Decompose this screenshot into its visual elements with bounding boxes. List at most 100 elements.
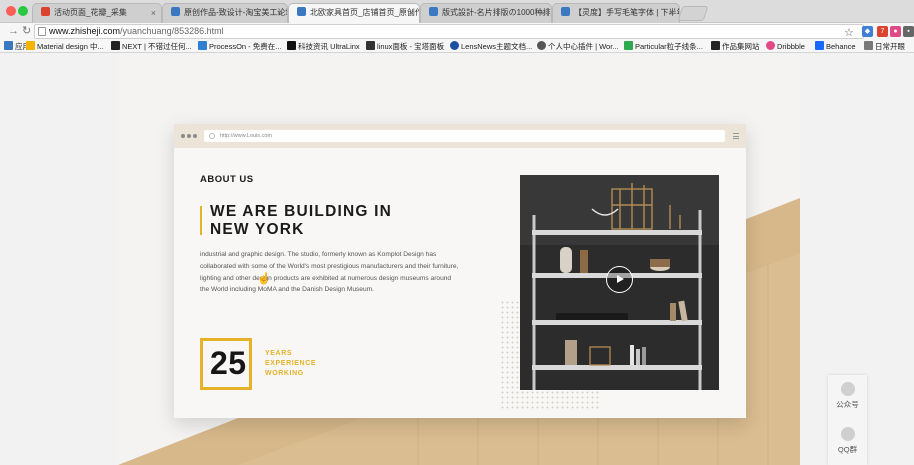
portfolio-icon bbox=[711, 41, 720, 50]
years-label: YEARS EXPERIENCE WORKING bbox=[265, 349, 316, 379]
mockup-url-text: http://www.Louis.com bbox=[220, 133, 272, 139]
huaban-icon bbox=[41, 7, 50, 16]
bookmark-label: 作品集网站 bbox=[722, 42, 760, 51]
close-tab-icon[interactable]: × bbox=[277, 4, 282, 22]
sidebar-item-label: QQ群 bbox=[837, 445, 858, 454]
floating-share-panel: 公众号 QQ群 bbox=[828, 375, 867, 465]
apps-icon bbox=[4, 41, 13, 50]
processon-icon bbox=[198, 41, 207, 50]
bookmarks-bar: 应用 Material design 中... NEXT | 不错过任何... … bbox=[0, 40, 914, 53]
sidebar-item-qq[interactable]: QQ群 bbox=[828, 427, 867, 455]
bookmark-star-icon[interactable]: ☆ bbox=[844, 26, 854, 39]
bookmark-item[interactable]: NEXT | 不错过任何... bbox=[111, 41, 192, 52]
behance-icon bbox=[815, 41, 824, 50]
close-window-icon[interactable] bbox=[6, 6, 16, 16]
years-number: 25 bbox=[210, 343, 249, 383]
bt-icon bbox=[366, 41, 375, 50]
tab-0[interactable]: 活动页面_花瓣_采集 × bbox=[32, 3, 162, 23]
bookmark-label: Dribbble bbox=[777, 42, 805, 51]
bookmark-label: 个人中心插件 | Wor... bbox=[548, 42, 619, 51]
mockup-dot bbox=[187, 134, 191, 138]
tab-3[interactable]: 版式設計-名片排版の1000种排版 × bbox=[420, 3, 552, 23]
ultralinx-icon bbox=[287, 41, 296, 50]
tab-title: 活动页面_花瓣_采集 bbox=[54, 8, 127, 17]
headline-line-2: NEW YORK bbox=[210, 221, 305, 238]
page-icon bbox=[38, 27, 46, 36]
bookmark-label: 科技资讯 UltraLinx bbox=[298, 42, 360, 51]
headline-accent-bar bbox=[200, 206, 202, 235]
bookmark-label: Material design 中... bbox=[37, 42, 104, 51]
close-tab-icon[interactable]: × bbox=[669, 4, 674, 22]
body-paragraph: industrial and graphic design. The studi… bbox=[200, 251, 459, 294]
mockup-dot bbox=[193, 134, 197, 138]
bookmark-label: linux面板 - 宝塔面板 bbox=[377, 42, 445, 51]
forward-icon[interactable]: → bbox=[8, 25, 19, 37]
years-label-line: WORKING bbox=[265, 370, 304, 377]
about-label: ABOUT US bbox=[200, 174, 254, 185]
extension-icon[interactable]: ◆ bbox=[862, 26, 873, 37]
dribbble-icon bbox=[766, 41, 775, 50]
folder-icon bbox=[864, 41, 873, 50]
years-label-line: YEARS bbox=[265, 350, 293, 357]
bookmark-item[interactable]: linux面板 - 宝塔面板 bbox=[366, 41, 444, 52]
bookmark-item[interactable]: Particular粒子线条... bbox=[624, 41, 703, 52]
qq-icon bbox=[840, 427, 855, 441]
mockup-url-field: http://www.Louis.com bbox=[204, 130, 725, 142]
headline-line-1: WE ARE BUILDING IN bbox=[210, 203, 393, 220]
tab-title: 版式設計-名片排版の1000种排版 bbox=[442, 8, 552, 17]
hand-cursor-icon: ☝ bbox=[257, 273, 271, 285]
sidebar-item-wechat[interactable]: 公众号 bbox=[828, 382, 867, 410]
years-label-line: EXPERIENCE bbox=[265, 360, 317, 367]
bookmark-item[interactable]: 作品集网站 bbox=[711, 41, 760, 52]
mockup-dot bbox=[181, 134, 185, 138]
bookmark-item[interactable]: Behance bbox=[815, 41, 856, 52]
bookmark-label: 日常开眼 bbox=[875, 42, 905, 51]
particular-icon bbox=[624, 41, 633, 50]
new-tab-button[interactable] bbox=[677, 6, 709, 21]
material-icon bbox=[26, 41, 35, 50]
next-icon bbox=[111, 41, 120, 50]
url-input[interactable]: www.zhisheji.com/yuanchuang/853286.html bbox=[34, 24, 864, 39]
tab-title: 原创作品-致设计-淘宝美工论坛 bbox=[184, 8, 288, 17]
bookmark-label: ProcessOn - 免费在... bbox=[209, 42, 282, 51]
bookmark-item[interactable]: 科技资讯 UltraLinx bbox=[287, 41, 360, 52]
sidebar-item-label: 公众号 bbox=[836, 400, 859, 409]
extension-icon[interactable]: ▪ bbox=[903, 26, 914, 37]
tab-2[interactable]: 北欧家具首页_店铺首页_原创作品 × bbox=[288, 3, 420, 23]
play-video-button[interactable] bbox=[606, 266, 633, 293]
bookmark-item[interactable]: Material design 中... bbox=[26, 41, 104, 52]
tab-4[interactable]: 【灵度】手写毛笔字体 | 下半年 × bbox=[552, 3, 680, 23]
bookmark-label: NEXT | 不错过任何... bbox=[122, 42, 192, 51]
reload-icon[interactable]: ↻ bbox=[22, 25, 31, 37]
wechat-icon bbox=[840, 382, 855, 396]
bookmark-item[interactable]: Dribbble bbox=[766, 41, 805, 52]
close-tab-icon[interactable]: × bbox=[409, 4, 414, 22]
close-tab-icon[interactable]: × bbox=[151, 4, 156, 22]
url-path: /yuanchuang/853286.html bbox=[120, 26, 224, 36]
mockup-browser-bar: http://www.Louis.com bbox=[174, 124, 746, 148]
bookmark-item[interactable]: 日常开眼 bbox=[864, 41, 905, 52]
extension-icon[interactable]: 7 bbox=[877, 26, 888, 37]
bookmark-item[interactable]: 个人中心插件 | Wor... bbox=[537, 41, 619, 52]
zhisheji-icon bbox=[561, 7, 570, 16]
bookmark-label: Particular粒子线条... bbox=[635, 42, 703, 51]
bookmark-item[interactable]: ProcessOn - 免费在... bbox=[198, 41, 282, 52]
tab-title: 【灵度】手写毛笔字体 | 下半年 bbox=[574, 8, 680, 17]
headline: WE ARE BUILDING IN NEW YORK bbox=[210, 203, 392, 239]
globe-icon bbox=[209, 133, 215, 139]
bookmark-item[interactable]: LensNews主题文档... bbox=[450, 41, 532, 52]
minimize-window-icon[interactable] bbox=[18, 6, 28, 16]
url-domain: www.zhisheji.com bbox=[49, 26, 121, 36]
extension-icon[interactable]: ● bbox=[890, 26, 901, 37]
zhisheji-icon bbox=[429, 7, 438, 16]
tab-title: 北欧家具首页_店铺首页_原创作品 bbox=[310, 8, 420, 17]
bookmark-label: LensNews主题文档... bbox=[461, 42, 533, 51]
zhisheji-icon bbox=[171, 7, 180, 16]
tab-bar: 活动页面_花瓣_采集 × 原创作品-致设计-淘宝美工论坛 × 北欧家具首页_店铺首页… bbox=[0, 0, 914, 23]
bookmark-label: Behance bbox=[826, 42, 856, 51]
close-tab-icon[interactable]: × bbox=[541, 4, 546, 22]
tab-1[interactable]: 原创作品-致设计-淘宝美工论坛 × bbox=[162, 3, 288, 23]
wordpress-icon bbox=[537, 41, 546, 50]
address-bar: → ↻ www.zhisheji.com/yuanchuang/853286.h… bbox=[0, 23, 914, 40]
mockup-menu-icon bbox=[733, 133, 739, 139]
